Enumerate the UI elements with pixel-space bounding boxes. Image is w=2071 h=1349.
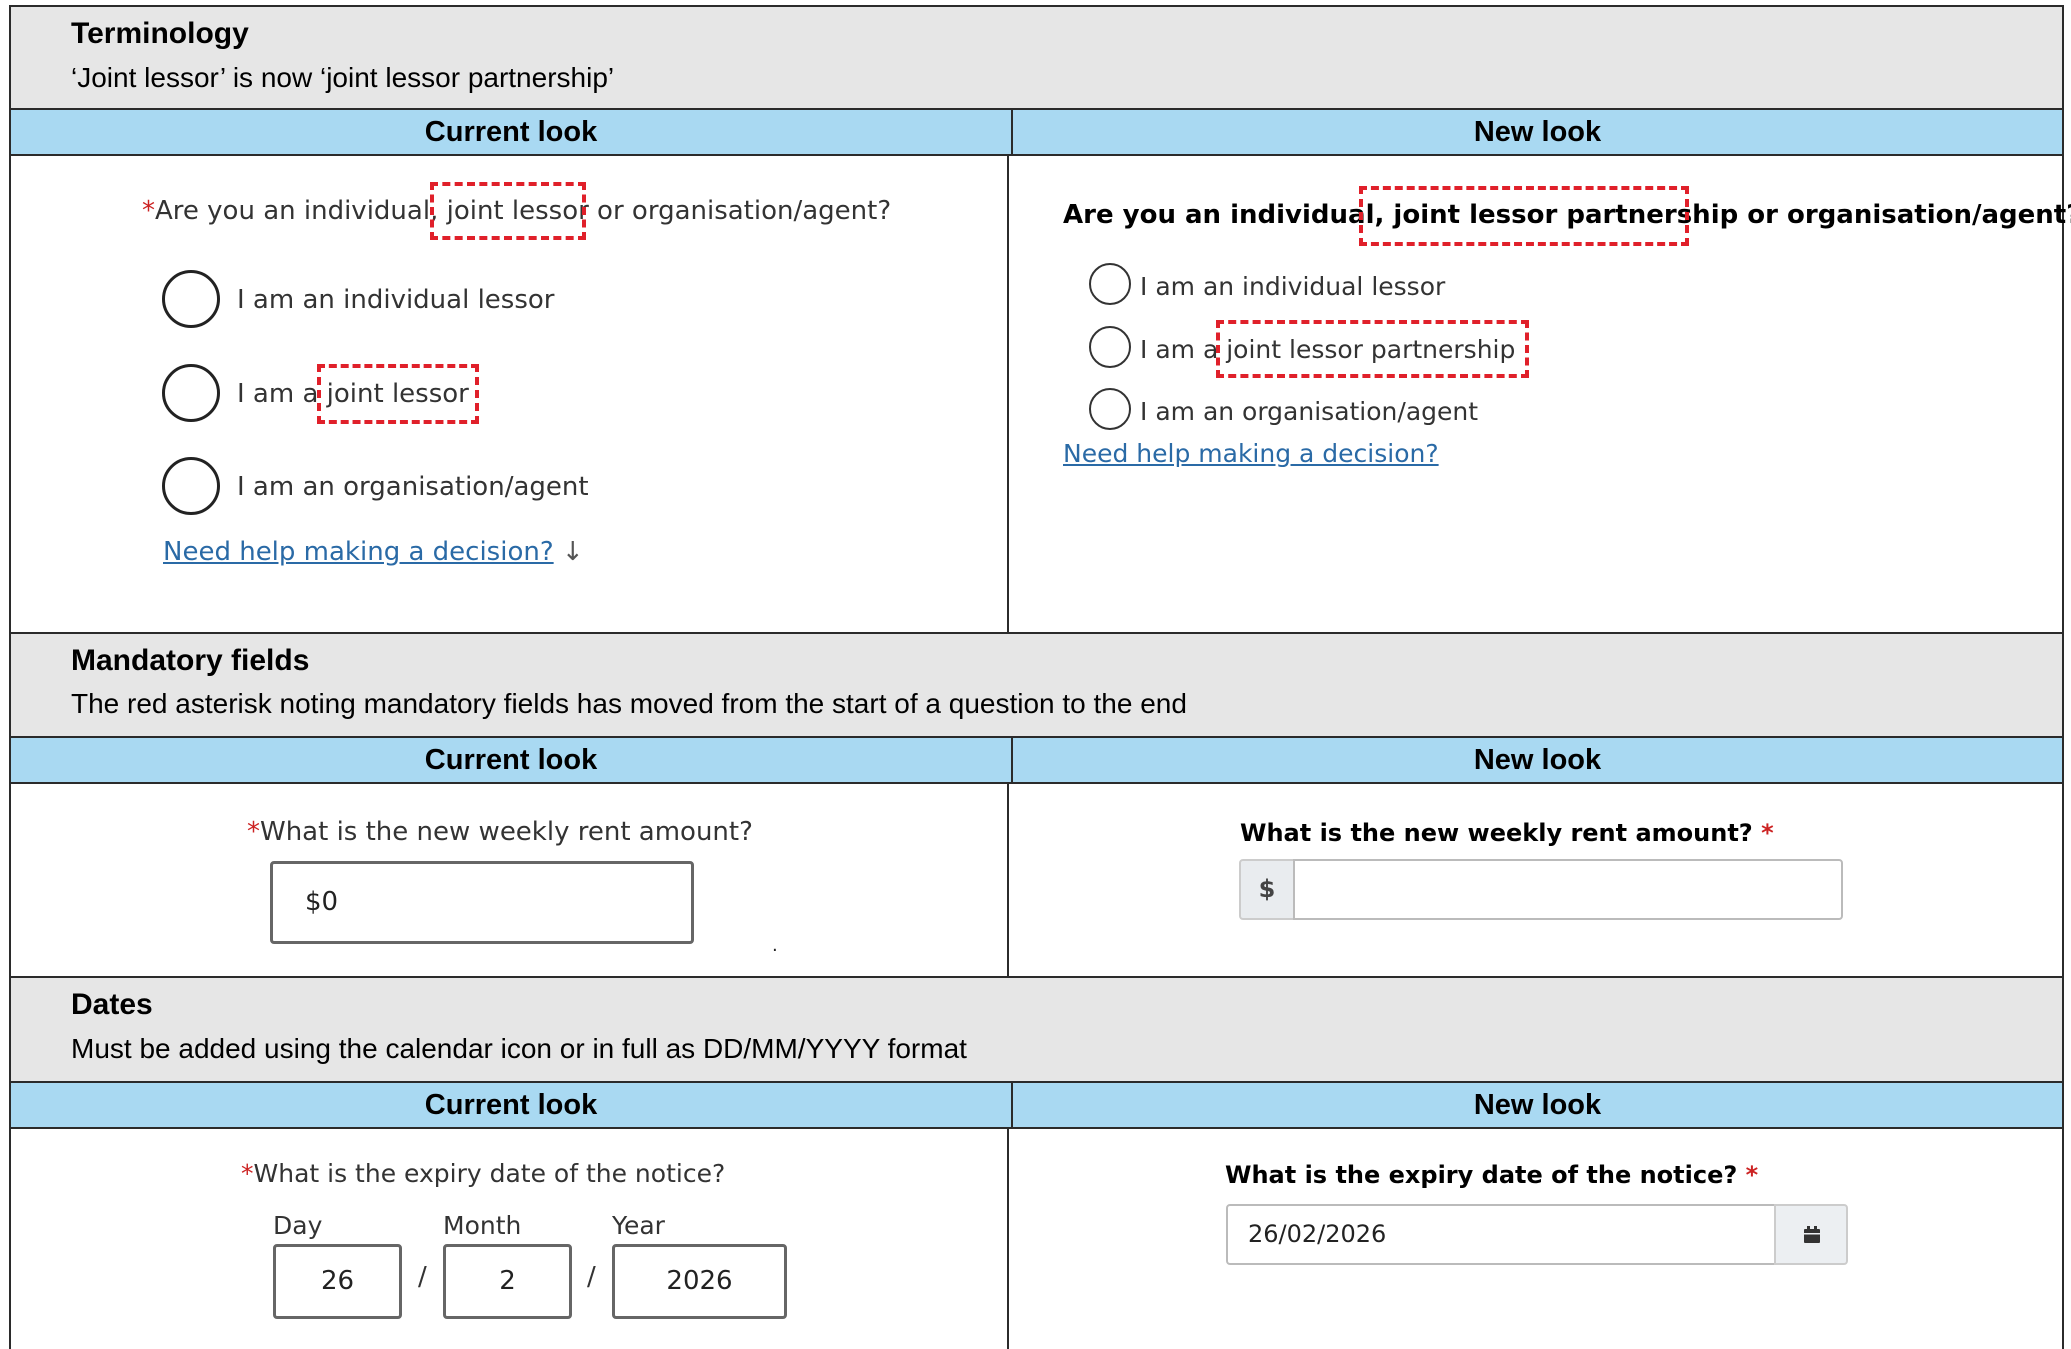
terminology-section-header: Terminology ‘Joint lessor’ is now ‘joint… <box>9 7 2064 108</box>
rent-amount-input[interactable]: $0 <box>270 861 694 944</box>
radio-label: I am an individual lessor <box>237 285 555 315</box>
expiry-date-input[interactable]: 26/02/2026 <box>1226 1204 1776 1265</box>
radio-organisation-agent[interactable] <box>1089 388 1131 430</box>
new-look-header: New look <box>1011 738 2062 782</box>
arrow-down-icon: ↓ <box>561 537 584 567</box>
current-look-header: Current look <box>424 744 598 776</box>
radio-individual-lessor[interactable] <box>162 270 220 328</box>
highlight-box <box>1359 186 1689 246</box>
rent-amount-input[interactable] <box>1293 859 1843 920</box>
column-header-row: Current look New look <box>9 736 2064 784</box>
calendar-icon <box>1804 1226 1820 1243</box>
date-separator: / <box>587 1262 596 1292</box>
radio-joint-lessor-partnership[interactable] <box>1089 326 1131 368</box>
radio-organisation-agent[interactable] <box>162 457 220 515</box>
day-label: Day <box>273 1211 323 1240</box>
new-look-header: New look <box>1011 110 2062 154</box>
section-title: Mandatory fields <box>71 644 310 677</box>
help-link[interactable]: Need help making a decision? ↓ <box>163 537 584 567</box>
help-link[interactable]: Need help making a decision? <box>1063 439 1439 468</box>
highlight-box <box>317 364 479 424</box>
section-description: ‘Joint lessor’ is now ‘joint lessor part… <box>71 62 615 93</box>
section-description: Must be added using the calendar icon or… <box>71 1033 967 1064</box>
radio-individual-lessor[interactable] <box>1089 263 1131 305</box>
mandatory-section-header: Mandatory fields The red asterisk noting… <box>9 634 2064 736</box>
radio-label: I am an organisation/agent <box>1140 397 1479 426</box>
rent-question-current: *What is the new weekly rent amount? <box>247 817 753 847</box>
year-label: Year <box>612 1211 665 1240</box>
year-input[interactable]: 2026 <box>612 1244 787 1319</box>
expiry-question-new: What is the expiry date of the notice? * <box>1225 1161 1759 1189</box>
radio-label: I am an organisation/agent <box>237 472 589 502</box>
rent-question-new: What is the new weekly rent amount? * <box>1240 819 1774 847</box>
highlight-box <box>1216 320 1529 378</box>
section-title: Dates <box>71 988 153 1021</box>
radio-joint-lessor[interactable] <box>162 364 220 422</box>
current-look-header: Current look <box>424 1089 598 1121</box>
radio-label: I am an individual lessor <box>1140 272 1446 301</box>
section-description: The red asterisk noting mandatory fields… <box>71 688 1187 719</box>
highlight-box <box>430 182 586 240</box>
column-header-row: Current look New look <box>9 1081 2064 1129</box>
month-label: Month <box>443 1211 522 1240</box>
date-separator: / <box>418 1262 427 1292</box>
column-divider <box>1007 1127 1009 1349</box>
dates-section-header: Dates Must be added using the calendar i… <box>9 978 2064 1081</box>
month-input[interactable]: 2 <box>443 1244 572 1319</box>
expiry-question-current: *What is the expiry date of the notice? <box>241 1159 726 1188</box>
calendar-button[interactable] <box>1774 1204 1848 1265</box>
current-look-header: Current look <box>424 116 598 148</box>
column-header-row: Current look New look <box>9 108 2064 156</box>
column-divider <box>1007 154 1009 634</box>
section-title: Terminology <box>71 17 249 50</box>
day-input[interactable]: 26 <box>273 1244 402 1319</box>
currency-prefix: $ <box>1239 859 1295 920</box>
new-look-header: New look <box>1011 1083 2062 1127</box>
column-divider <box>1007 782 1009 978</box>
stray-dot: . <box>772 935 778 956</box>
